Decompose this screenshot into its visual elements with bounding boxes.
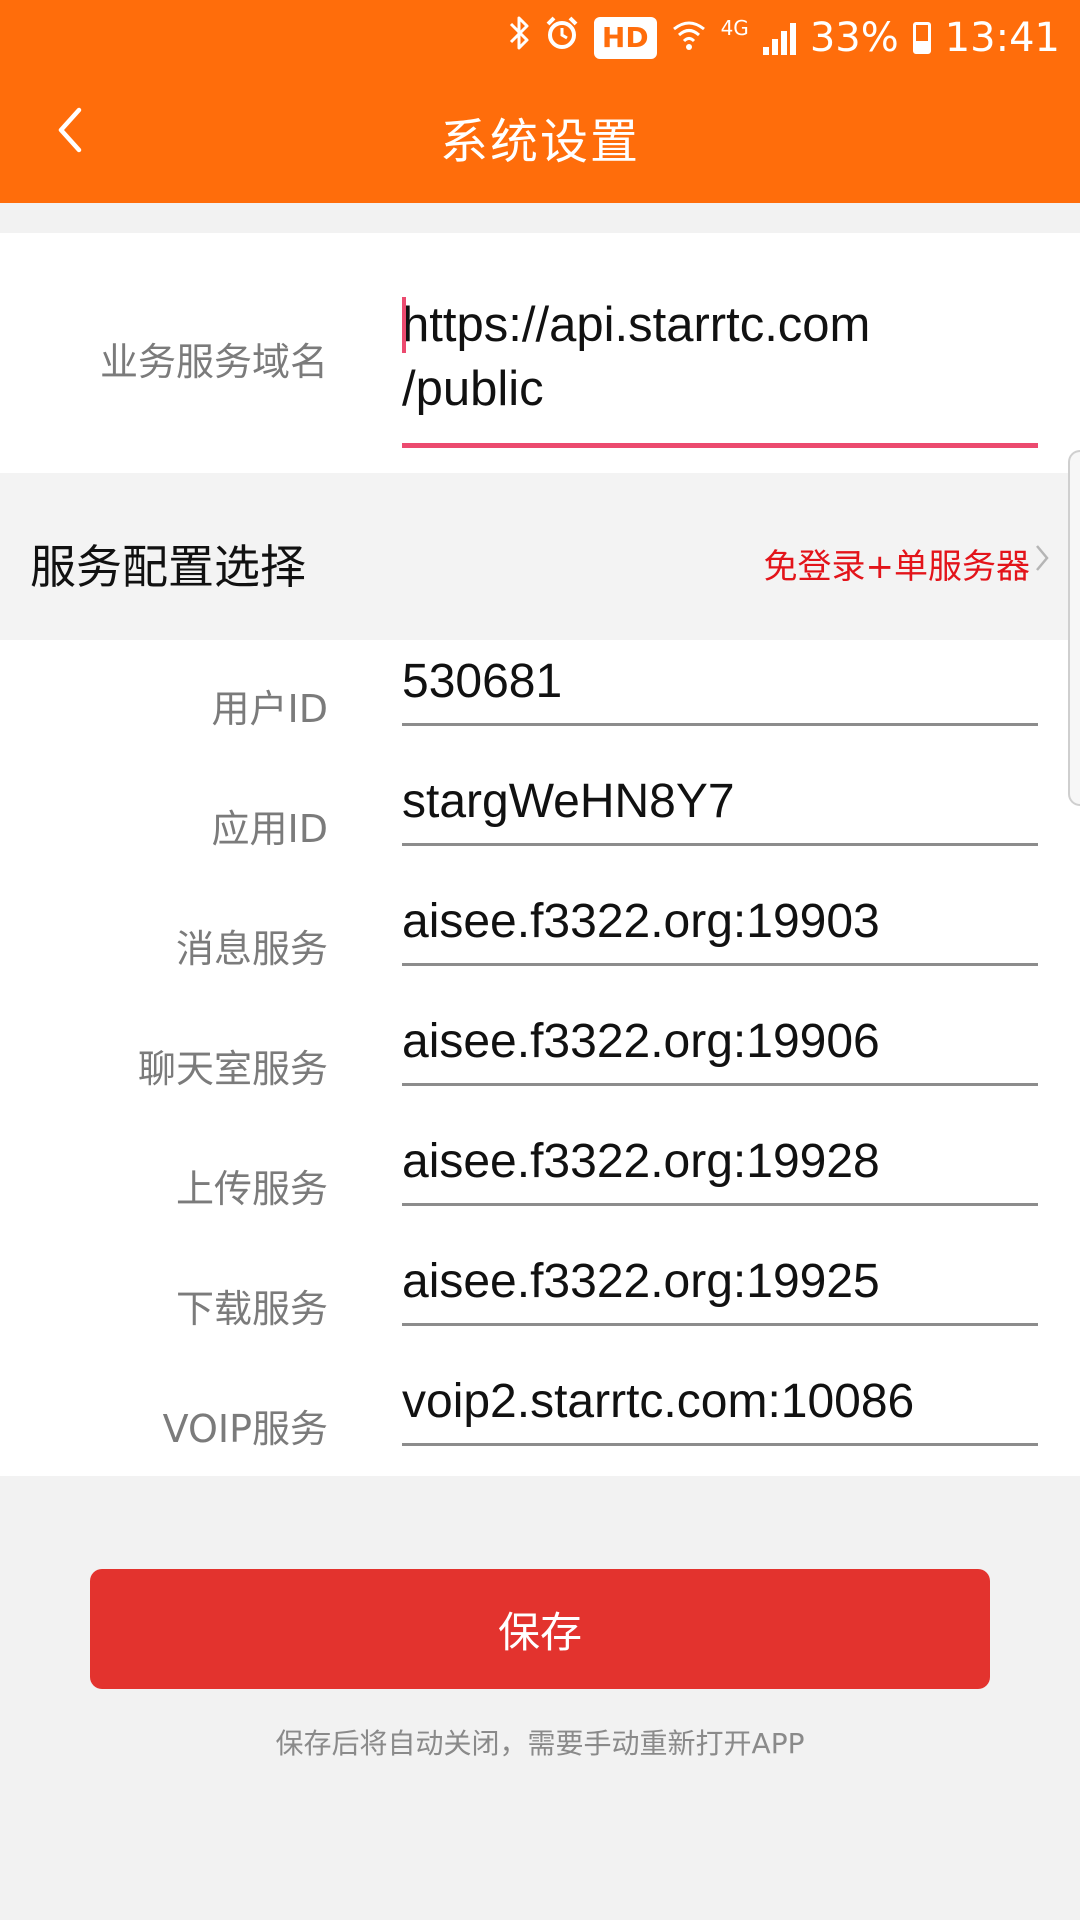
download-service-label: 下载服务 [175, 1287, 328, 1331]
app-header: HD 4G 33% 13:41 系统设置 [0, 0, 1080, 203]
app-id-label: 应用ID [211, 807, 328, 851]
battery-icon [912, 22, 931, 54]
text-cursor [402, 297, 406, 353]
battery-percent: 33% [809, 15, 899, 61]
service-fields-section: 用户ID 530681 应用ID stargWeHN8Y7 消息服务 aisee… [0, 640, 1080, 1476]
save-button[interactable]: 保存 [90, 1569, 990, 1689]
user-id-input[interactable]: 530681 [402, 654, 1038, 726]
domain-value-line-1: https://api.starrtc.com [402, 298, 871, 352]
title-bar: 系统设置 [0, 72, 1080, 203]
signal-icon [762, 21, 796, 55]
network-type: 4G [720, 16, 749, 40]
message-service-label: 消息服务 [175, 927, 328, 971]
chevron-right-icon [1036, 545, 1049, 571]
domain-label: 业务服务域名 [99, 340, 328, 384]
scroll-handle[interactable] [1068, 450, 1080, 806]
upload-service-input[interactable]: aisee.f3322.org:19928 [402, 1134, 1038, 1206]
status-icons: HD 4G 33% 13:41 [508, 8, 1060, 68]
upload-service-label: 上传服务 [175, 1167, 328, 1211]
wifi-icon [671, 15, 707, 61]
save-hint: 保存后将自动关闭，需要手动重新打开APP [275, 1727, 805, 1760]
service-config-title: 服务配置选择 [30, 540, 306, 594]
domain-input[interactable]: https://api.starrtc.com /public [402, 288, 1038, 448]
domain-value-line-2: /public [402, 362, 544, 416]
download-service-input[interactable]: aisee.f3322.org:19925 [402, 1254, 1038, 1326]
chatroom-service-label: 聊天室服务 [137, 1047, 328, 1091]
bluetooth-icon [508, 15, 530, 61]
status-bar: HD 4G 33% 13:41 [0, 0, 1080, 72]
chatroom-service-input[interactable]: aisee.f3322.org:19906 [402, 1014, 1038, 1086]
hd-badge: HD [593, 17, 657, 59]
domain-section: 业务服务域名 https://api.starrtc.com /public [0, 233, 1080, 473]
clock: 13:41 [944, 15, 1060, 61]
message-service-input[interactable]: aisee.f3322.org:19903 [402, 894, 1038, 966]
page-title: 系统设置 [439, 114, 640, 170]
service-config-row[interactable]: 服务配置选择 免登录+单服务器 [0, 473, 1080, 640]
voip-service-input[interactable]: voip2.starrtc.com:10086 [402, 1374, 1038, 1446]
voip-service-label: VOIP服务 [162, 1407, 328, 1451]
app-id-input[interactable]: stargWeHN8Y7 [402, 774, 1038, 846]
service-config-value: 免登录+单服务器 [763, 547, 1031, 587]
user-id-label: 用户ID [211, 687, 328, 731]
alarm-icon [544, 15, 580, 61]
